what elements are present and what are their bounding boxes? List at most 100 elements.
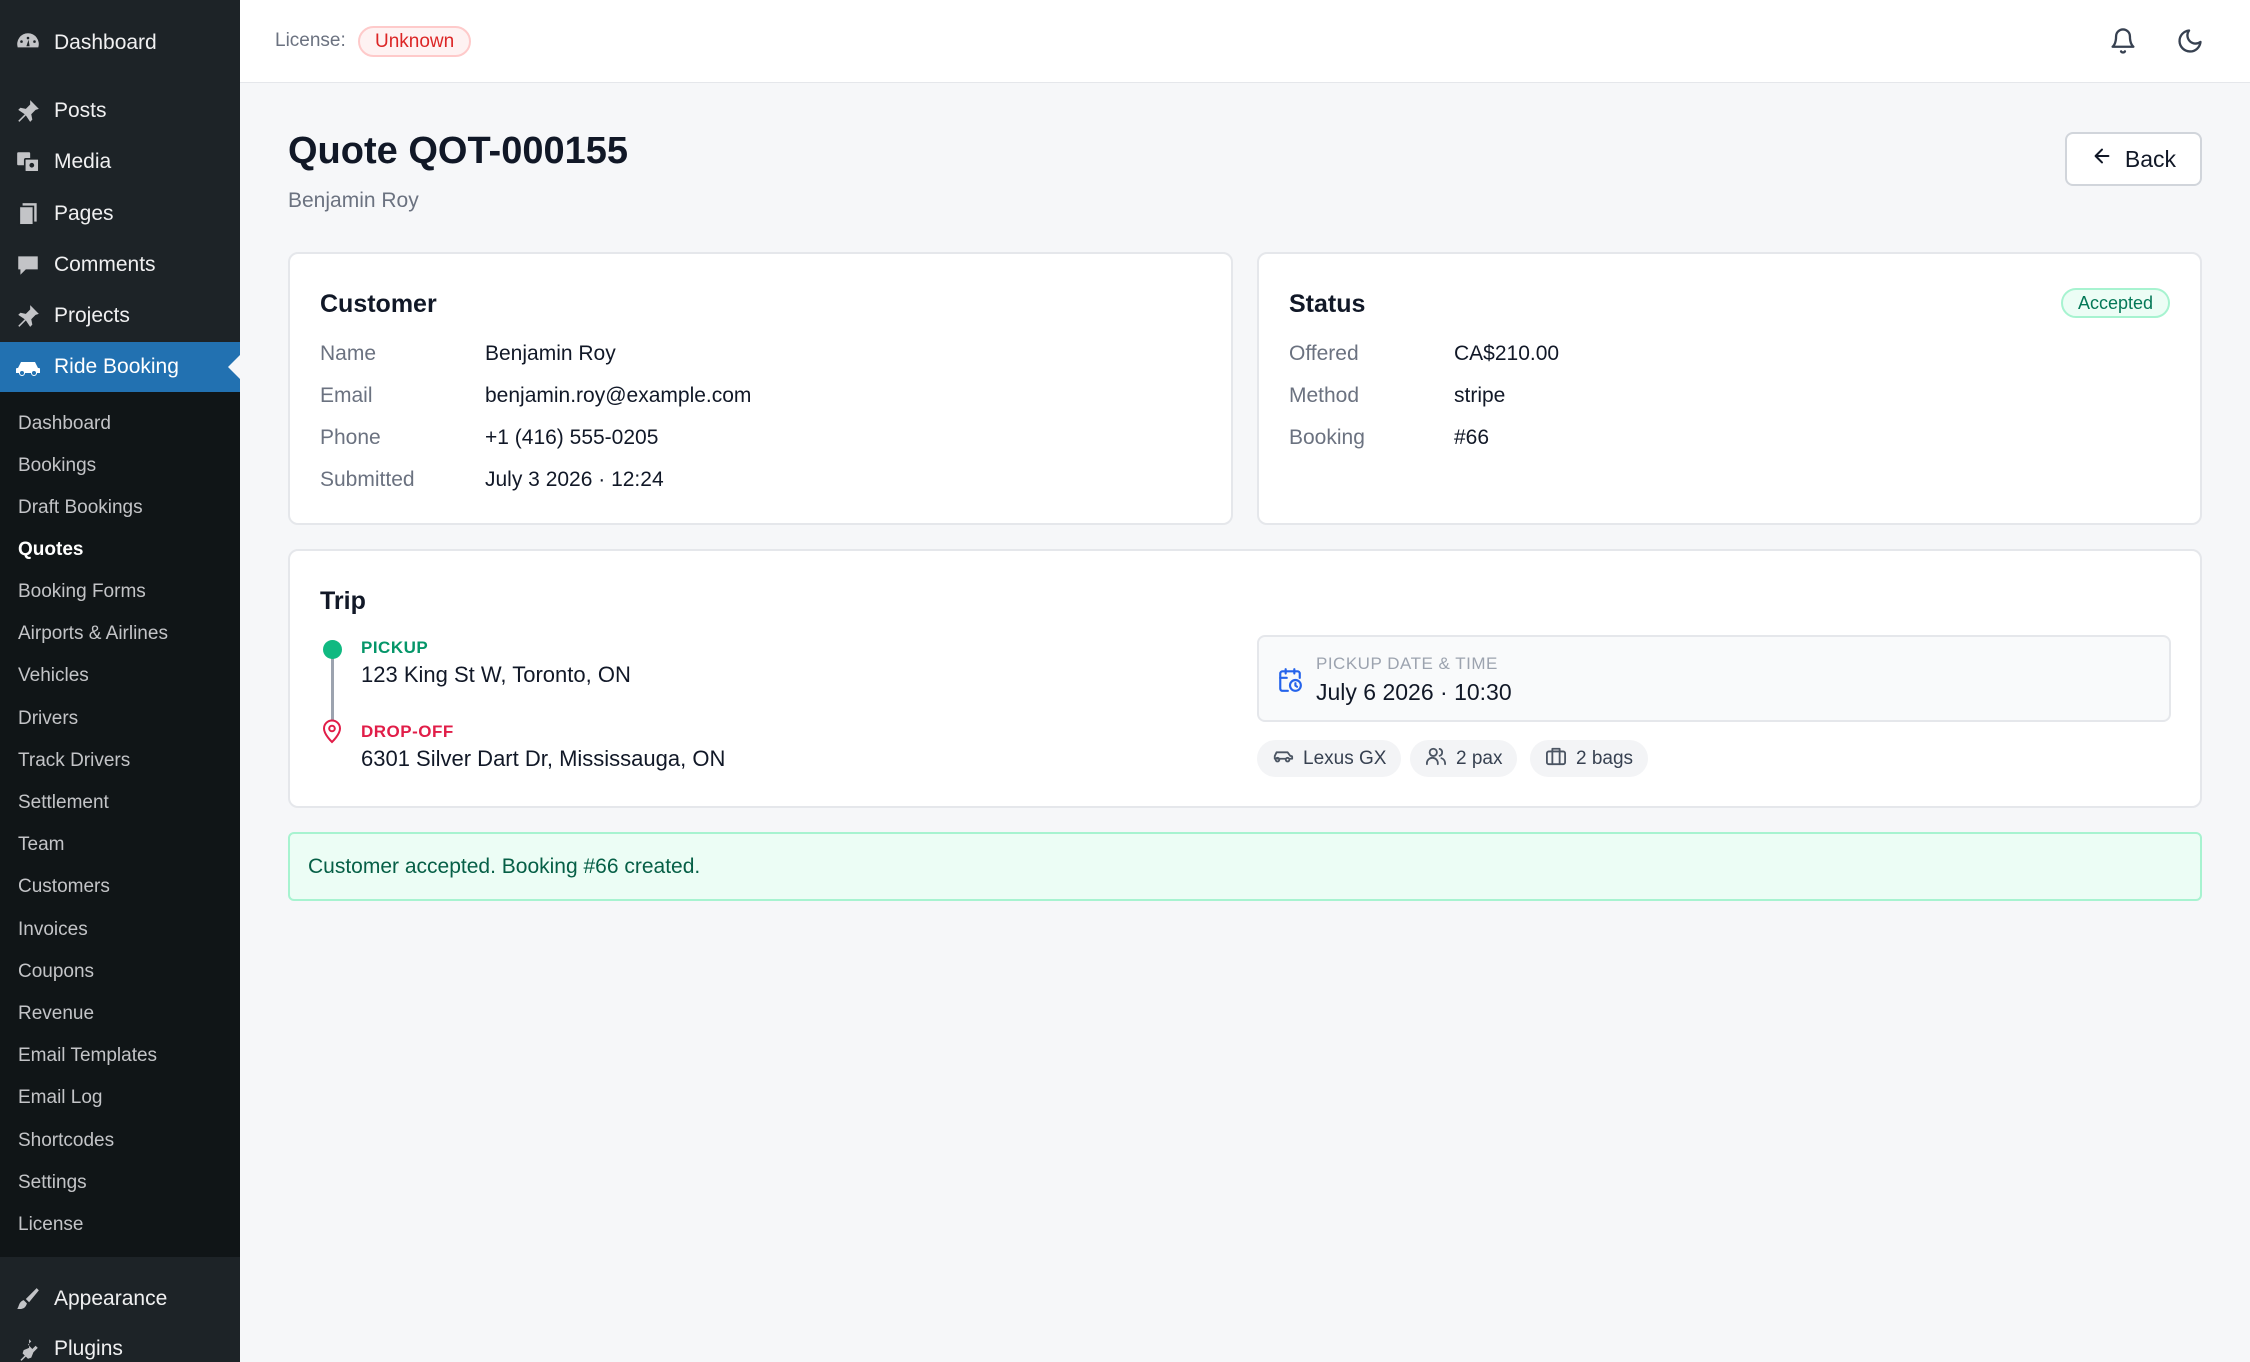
- customer-card: Customer Name Benjamin Roy Email benjami…: [288, 252, 1233, 525]
- sidebar-item-label: Posts: [54, 99, 107, 122]
- sidebar-item-pages[interactable]: Pages: [0, 189, 240, 239]
- trip-card-title: Trip: [320, 587, 366, 615]
- submenu-item-revenue[interactable]: Revenue: [18, 999, 94, 1029]
- sidebar-item-label: Appearance: [54, 1287, 168, 1310]
- back-button[interactable]: Back: [2065, 132, 2202, 186]
- media-icon: [13, 147, 43, 177]
- phone-label: Phone: [320, 426, 381, 449]
- bags-chip: 2 bags: [1530, 740, 1649, 777]
- pushpin-icon: [13, 96, 43, 126]
- pickup-datetime-box: PICKUP DATE & TIME July 6 2026 · 10:30: [1257, 635, 2171, 722]
- submenu-item-invoices[interactable]: Invoices: [18, 915, 88, 945]
- phone-value[interactable]: +1 (416) 555-0205: [485, 426, 658, 450]
- customer-card-title: Customer: [320, 290, 437, 318]
- admin-sidebar: Dashboard Posts Media Pages Comments Pro…: [0, 0, 240, 1362]
- sidebar-item-ride-booking[interactable]: Ride Booking: [0, 342, 240, 392]
- sidebar-item-label: Dashboard: [54, 31, 157, 54]
- pickup-label: PICKUP: [361, 638, 429, 657]
- license-status-badge[interactable]: Unknown: [358, 26, 472, 57]
- submenu-item-shortcodes[interactable]: Shortcodes: [18, 1126, 114, 1156]
- submitted-value: July 3 2026 · 12:24: [485, 468, 664, 491]
- pickup-dot-icon: [323, 640, 342, 659]
- submenu-item-email-log[interactable]: Email Log: [18, 1083, 103, 1113]
- plugin-icon: [13, 1334, 43, 1362]
- dropoff-label: DROP-OFF: [361, 722, 454, 741]
- sidebar-item-posts[interactable]: Posts: [0, 86, 240, 136]
- name-label: Name: [320, 342, 377, 365]
- page-title: Quote QOT-000155: [288, 130, 629, 172]
- submenu-item-vehicles[interactable]: Vehicles: [18, 661, 89, 691]
- submenu-item-track-drivers[interactable]: Track Drivers: [18, 746, 130, 776]
- sidebar-item-label: Media: [54, 150, 112, 173]
- calendar-clock-icon: [1277, 667, 1303, 698]
- sidebar-item-dashboard[interactable]: Dashboard: [0, 18, 240, 68]
- users-icon: [1425, 746, 1447, 772]
- car-icon: [13, 352, 43, 382]
- car-icon: [1272, 747, 1294, 771]
- page-subtitle: Benjamin Roy: [288, 189, 419, 212]
- bags-label: 2 bags: [1576, 747, 1634, 769]
- pages-icon: [13, 199, 43, 229]
- sidebar-item-appearance[interactable]: Appearance: [0, 1274, 240, 1324]
- sidebar-item-label: Comments: [54, 253, 156, 276]
- submenu-item-coupons[interactable]: Coupons: [18, 957, 94, 987]
- submenu-item-team[interactable]: Team: [18, 830, 64, 860]
- success-alert: Customer accepted. Booking #66 created.: [288, 832, 2202, 901]
- status-card-title: Status: [1289, 290, 1366, 318]
- brush-icon: [13, 1284, 43, 1314]
- email-label: Email: [320, 384, 373, 407]
- passengers-label: 2 pax: [1456, 747, 1503, 769]
- submenu-item-quotes[interactable]: Quotes: [18, 535, 83, 565]
- submenu-item-drivers[interactable]: Drivers: [18, 704, 78, 734]
- sidebar-item-label: Projects: [54, 304, 130, 327]
- sidebar-item-media[interactable]: Media: [0, 137, 240, 187]
- status-badge: Accepted: [2060, 288, 2170, 318]
- dropoff-address: 6301 Silver Dart Dr, Mississauga, ON: [361, 746, 726, 771]
- sidebar-item-label: Pages: [54, 202, 114, 225]
- license-label: License:: [275, 30, 346, 51]
- offered-label: Offered: [1289, 342, 1359, 365]
- submenu-item-customers[interactable]: Customers: [18, 872, 110, 902]
- arrow-left-icon: [2091, 145, 2113, 173]
- luggage-icon: [1545, 746, 1567, 772]
- vehicle-chip: Lexus GX: [1257, 740, 1402, 777]
- comment-icon: [13, 250, 43, 280]
- sidebar-item-projects[interactable]: Projects: [0, 291, 240, 341]
- submenu-item-bookings[interactable]: Bookings: [18, 451, 96, 481]
- sidebar-item-plugins[interactable]: Plugins: [0, 1324, 240, 1362]
- method-value: stripe: [1454, 384, 1506, 407]
- submenu-item-license[interactable]: License: [18, 1210, 84, 1240]
- pickup-datetime-value: July 6 2026 · 10:30: [1316, 679, 1512, 705]
- passengers-chip: 2 pax: [1410, 740, 1518, 777]
- submenu-item-booking-forms[interactable]: Booking Forms: [18, 577, 146, 607]
- top-bar: License: Unknown: [240, 0, 2250, 83]
- vehicle-label: Lexus GX: [1303, 747, 1387, 769]
- submenu-item-airports-airlines[interactable]: Airports & Airlines: [18, 619, 168, 649]
- submenu-item-dashboard[interactable]: Dashboard: [18, 409, 111, 439]
- pickup-datetime-label: PICKUP DATE & TIME: [1316, 654, 1498, 673]
- status-card: Status Accepted Offered CA$210.00 Method…: [1257, 252, 2202, 525]
- success-alert-message: Customer accepted. Booking #66 created.: [308, 855, 701, 878]
- sidebar-item-label: Plugins: [54, 1337, 123, 1360]
- ride-booking-submenu: Dashboard Bookings Draft Bookings Quotes…: [0, 392, 240, 1257]
- moon-icon[interactable]: [2173, 24, 2207, 58]
- dashboard-icon: [13, 28, 43, 58]
- booking-label: Booking: [1289, 426, 1365, 449]
- back-button-label: Back: [2124, 145, 2177, 172]
- pushpin-icon: [13, 301, 43, 331]
- sidebar-item-label: Ride Booking: [54, 355, 179, 378]
- email-value[interactable]: benjamin.roy@example.com: [485, 384, 751, 408]
- submenu-item-draft-bookings[interactable]: Draft Bookings: [18, 493, 143, 523]
- method-label: Method: [1289, 384, 1360, 407]
- sidebar-item-comments[interactable]: Comments: [0, 240, 240, 290]
- offered-value: CA$210.00: [1454, 342, 1560, 365]
- pickup-address: 123 King St W, Toronto, ON: [361, 662, 631, 687]
- submitted-label: Submitted: [320, 468, 415, 491]
- bell-icon[interactable]: [2106, 24, 2140, 58]
- submenu-item-email-templates[interactable]: Email Templates: [18, 1041, 157, 1071]
- booking-value[interactable]: #66: [1454, 426, 1489, 450]
- name-value: Benjamin Roy: [485, 342, 616, 365]
- map-pin-icon: [320, 718, 344, 749]
- submenu-item-settings[interactable]: Settings: [18, 1168, 87, 1198]
- submenu-item-settlement[interactable]: Settlement: [18, 788, 109, 818]
